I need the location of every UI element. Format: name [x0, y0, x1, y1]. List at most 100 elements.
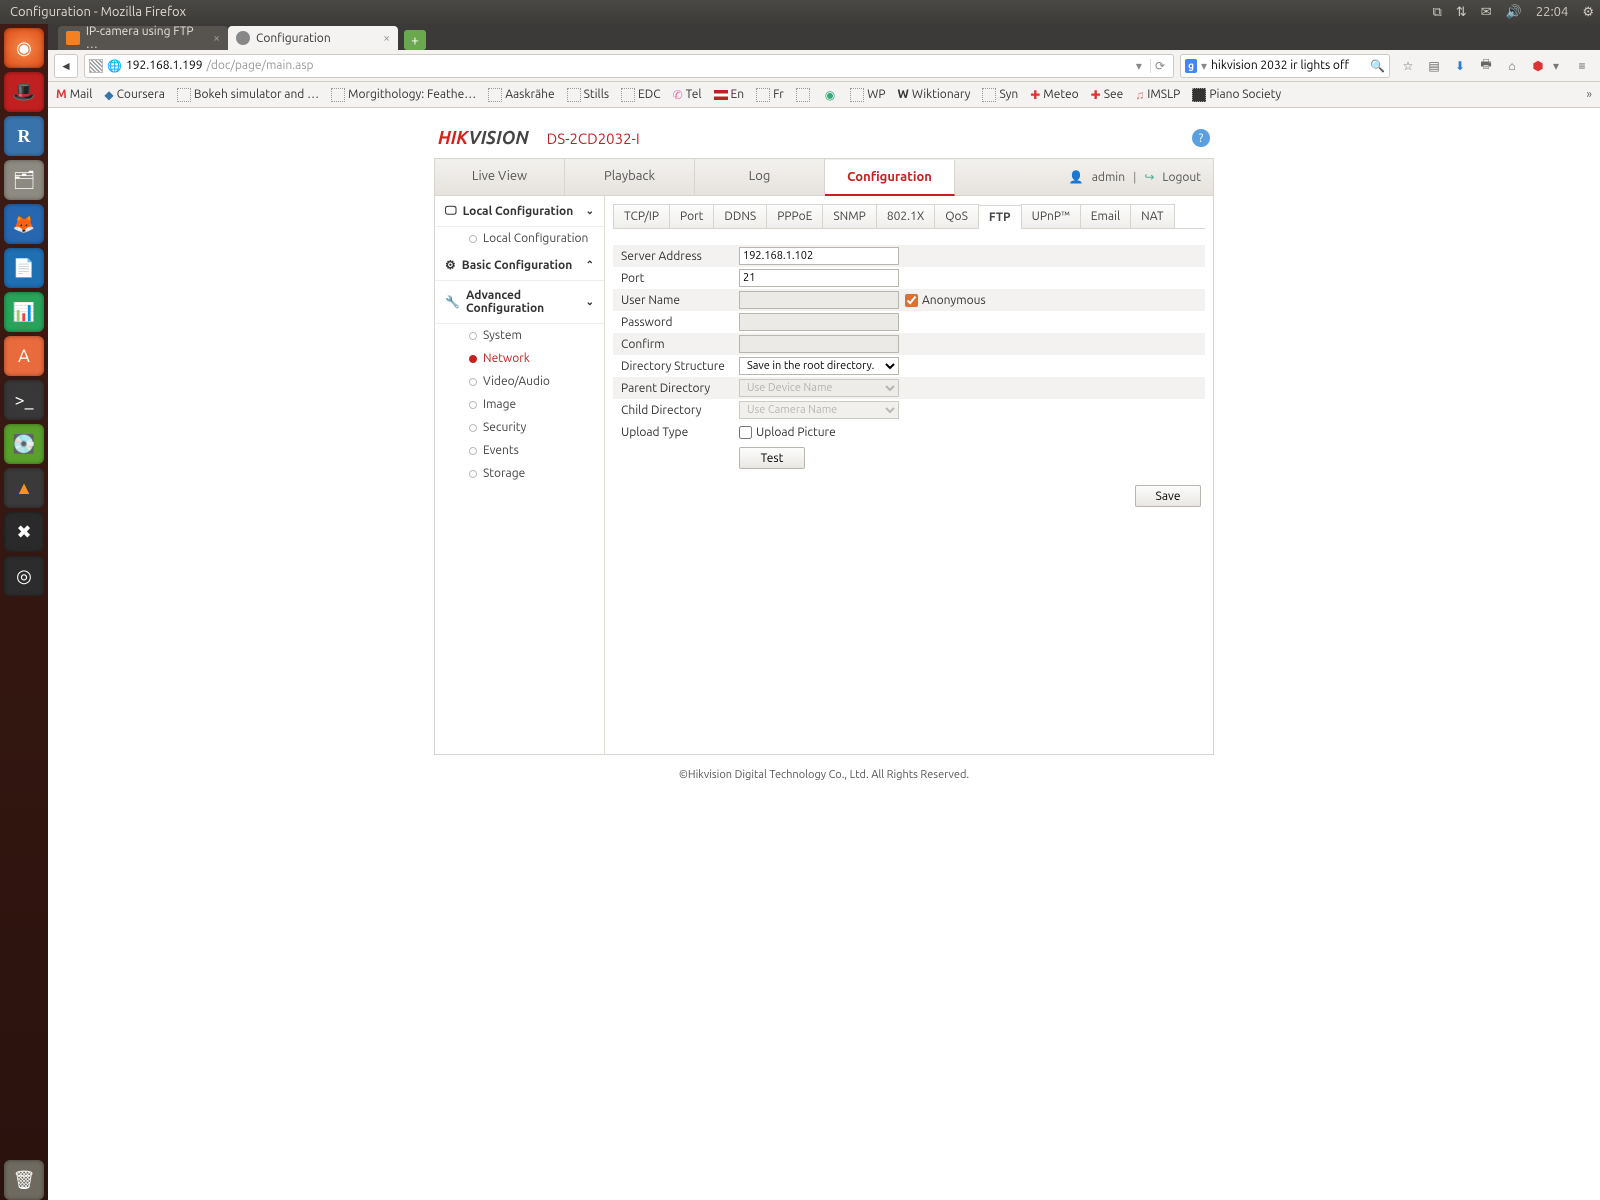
subtab-port[interactable]: Port [669, 204, 714, 228]
browser-tab-active[interactable]: Configuration × [228, 26, 398, 50]
test-button[interactable]: Test [739, 447, 805, 469]
launcher-xchat-icon[interactable]: ✖ [4, 512, 44, 552]
launcher-redhat-icon[interactable]: 🎩 [4, 72, 44, 112]
sidebar-item-events[interactable]: Events [435, 439, 604, 462]
home-icon[interactable]: ⌂ [1504, 59, 1520, 73]
bookmark-item[interactable]: En [714, 88, 745, 101]
subtab-8021x[interactable]: 802.1X [876, 204, 935, 228]
subtab-tcpip[interactable]: TCP/IP [613, 204, 670, 228]
launcher-gparted-icon[interactable]: 💽 [4, 424, 44, 464]
wrench-icon: 🔧 [445, 295, 460, 309]
chevron-up-icon: ⌃ [586, 259, 594, 271]
sidebar-item-image[interactable]: Image [435, 393, 604, 416]
bookmark-item[interactable]: WP [850, 88, 885, 102]
select-directory-structure[interactable]: Save in the root directory. [739, 357, 899, 375]
dash-icon[interactable]: ◉ [4, 28, 44, 68]
sidebar-item-security[interactable]: Security [435, 416, 604, 439]
help-icon[interactable]: ? [1192, 129, 1210, 147]
save-button[interactable]: Save [1135, 485, 1201, 507]
sidebar-item-video[interactable]: Video/Audio [435, 370, 604, 393]
launcher-writer-icon[interactable]: 📄 [4, 248, 44, 288]
bookmark-item[interactable]: ✚Meteo [1030, 88, 1078, 102]
print-icon[interactable]: 🖶 [1478, 55, 1494, 76]
subtab-qos[interactable]: QoS [934, 204, 979, 228]
launcher-software-icon[interactable]: A [4, 336, 44, 376]
network-icon[interactable]: ⇅ [1456, 5, 1467, 20]
tab-playback[interactable]: Playback [565, 159, 695, 195]
search-bar[interactable]: g ▾ 🔍 [1180, 54, 1390, 78]
bookmark-item[interactable]: EDC [621, 88, 661, 102]
sidebar-item-network[interactable]: Network [435, 347, 604, 370]
history-dropdown-icon[interactable]: ▾ [1132, 59, 1146, 73]
bookmark-star-icon[interactable]: ☆ [1400, 59, 1416, 73]
bookmark-item[interactable]: MMail [56, 88, 92, 101]
bookmark-item[interactable] [796, 88, 813, 102]
launcher-files-icon[interactable]: 🗂 [4, 160, 44, 200]
launcher-firefox-icon[interactable]: 🦊 [4, 204, 44, 244]
bookmark-item[interactable]: WWiktionary [898, 88, 971, 101]
bookmark-item[interactable]: Bokeh simulator and … [177, 88, 319, 102]
launcher-calc-icon[interactable]: 📊 [4, 292, 44, 332]
checkbox-upload-picture[interactable] [739, 426, 752, 439]
launcher-app-icon[interactable]: ◎ [4, 556, 44, 596]
mail-icon[interactable]: ✉ [1481, 5, 1492, 20]
back-button[interactable]: ◄ [54, 54, 78, 78]
downloads-icon[interactable]: ⬇ [1452, 59, 1468, 73]
checkbox-anonymous[interactable] [905, 294, 918, 307]
bookmark-item[interactable]: Morgithology: Feathe… [331, 88, 476, 102]
input-server-address[interactable] [739, 247, 899, 265]
bookmark-item[interactable]: Syn [982, 88, 1018, 102]
sidebar-group-local[interactable]: 🖵Local Configuration⌄ [435, 196, 604, 227]
bookmark-item[interactable]: Piano Society [1192, 88, 1281, 102]
volume-icon[interactable]: 🔊 [1506, 5, 1522, 20]
input-port[interactable] [739, 269, 899, 287]
subtab-snmp[interactable]: SNMP [822, 204, 876, 228]
close-icon[interactable]: × [213, 32, 220, 45]
identity-icon[interactable] [89, 59, 103, 73]
tab-log[interactable]: Log [695, 159, 825, 195]
bookmark-item[interactable]: ✆Tel [673, 88, 702, 102]
dropbox-icon[interactable]: ⧉ [1433, 5, 1442, 20]
tab-configuration[interactable]: Configuration [825, 160, 955, 196]
search-icon[interactable]: 🔍 [1370, 59, 1385, 73]
tab-live-view[interactable]: Live View [435, 159, 565, 195]
subtab-pppoe[interactable]: PPPoE [766, 204, 823, 228]
globe-icon: 🌐 [107, 59, 122, 73]
subtab-ftp[interactable]: FTP [978, 205, 1022, 229]
library-icon[interactable]: ▤ [1426, 59, 1442, 73]
subtab-nat[interactable]: NAT [1130, 204, 1174, 228]
menu-icon[interactable]: ≡ [1574, 59, 1590, 73]
launcher-vlc-icon[interactable]: ▲ [4, 468, 44, 508]
sidebar-group-advanced[interactable]: 🔧Advanced Configuration⌄ [435, 281, 604, 324]
search-input[interactable] [1211, 59, 1366, 72]
bookmark-item[interactable]: ♫IMSLP [1135, 88, 1180, 102]
url-bar[interactable]: 🌐 192.168.1.199/doc/page/main.asp ▾ ⟳ [84, 54, 1174, 78]
close-icon[interactable]: × [383, 32, 390, 45]
launcher-trash-icon[interactable]: 🗑 [4, 1160, 44, 1200]
google-icon[interactable]: g [1185, 59, 1197, 73]
subtab-email[interactable]: Email [1080, 204, 1131, 228]
sidebar-item-storage[interactable]: Storage [435, 462, 604, 485]
sidebar: 🖵Local Configuration⌄ Local Configuratio… [435, 196, 605, 754]
clock[interactable]: 22:04 [1536, 5, 1569, 19]
bookmark-item[interactable]: Fr [756, 88, 784, 102]
bookmarks-overflow-icon[interactable]: » [1586, 88, 1592, 101]
launcher-rstudio-icon[interactable]: R [4, 116, 44, 156]
adblock-icon[interactable]: ⬢ [1530, 59, 1546, 73]
subtab-ddns[interactable]: DDNS [713, 204, 767, 228]
bookmark-item[interactable]: ◆Coursera [104, 88, 165, 102]
bookmark-item[interactable]: Stills [567, 88, 609, 102]
subtab-upnp[interactable]: UPnP™ [1021, 204, 1081, 228]
bookmark-item[interactable]: ◉ [825, 88, 838, 102]
sidebar-item-system[interactable]: System [435, 324, 604, 347]
sidebar-item-local-config[interactable]: Local Configuration [435, 227, 604, 250]
sidebar-group-basic[interactable]: ⚙Basic Configuration⌃ [435, 250, 604, 281]
browser-tab-inactive[interactable]: IP-camera using FTP … × [58, 26, 228, 50]
launcher-terminal-icon[interactable]: >_ [4, 380, 44, 420]
new-tab-button[interactable]: + [404, 30, 426, 50]
bookmark-item[interactable]: Aaskrähe [488, 88, 554, 102]
logout-link[interactable]: Logout [1162, 171, 1201, 184]
gear-icon[interactable]: ⚙ [1582, 5, 1594, 20]
bookmark-item[interactable]: ✚See [1091, 88, 1124, 102]
reload-icon[interactable]: ⟳ [1150, 59, 1169, 73]
